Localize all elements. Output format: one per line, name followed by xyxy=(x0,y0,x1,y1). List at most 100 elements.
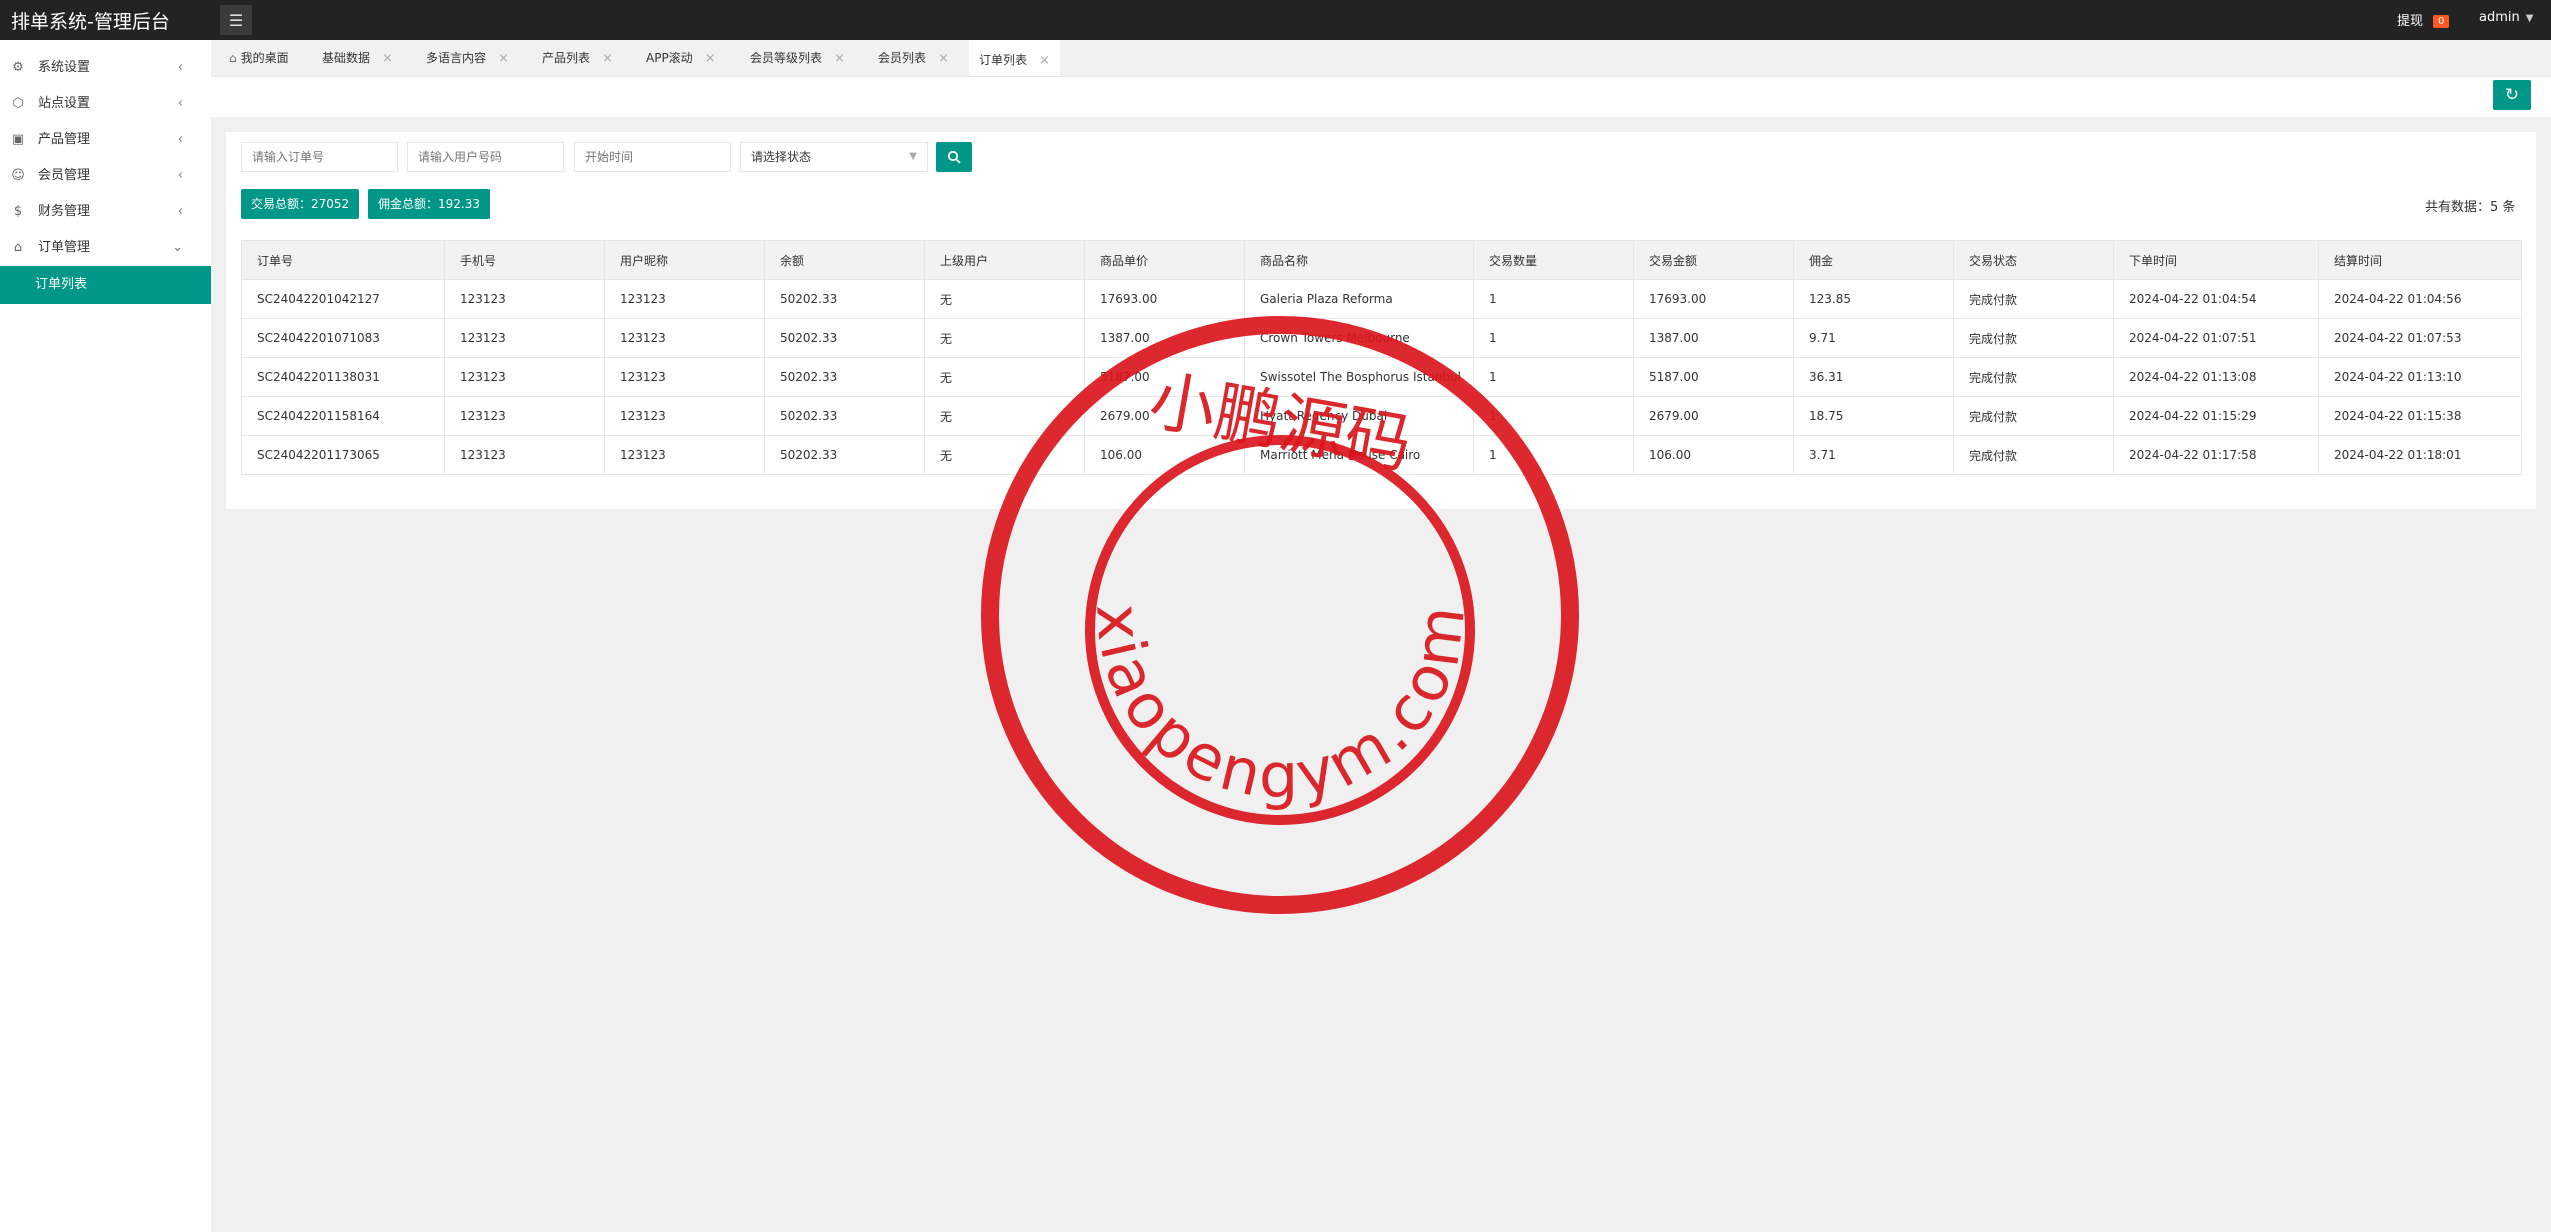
tab-order-list[interactable]: 订单列表 × xyxy=(969,40,1060,76)
table-cell: 无 xyxy=(924,357,1085,397)
chevron-left-icon: ‹ xyxy=(177,168,183,183)
column-header: 上级用户 xyxy=(924,240,1085,280)
column-header: 用户昵称 xyxy=(604,240,765,280)
search-button[interactable] xyxy=(936,142,972,172)
order-table: 订单号 手机号 用户昵称 余额 上级用户 商品单价 商品名称 交易数量 交易金额… xyxy=(241,240,2522,475)
tab-label: 我的桌面 xyxy=(240,51,289,65)
table-cell: 123123 xyxy=(604,396,765,436)
table-cell: 123123 xyxy=(604,435,765,475)
status-select[interactable]: 请选择状态 ▼ xyxy=(740,142,928,172)
refresh-button[interactable]: ↻ xyxy=(2493,80,2531,110)
table-cell: 123123 xyxy=(604,318,765,358)
top-header: 排单系统-管理后台 ☰ 提现 0 admin ▼ xyxy=(0,0,2551,40)
tab-member-level-list[interactable]: 会员等级列表 × xyxy=(740,40,855,76)
record-count: 共有数据：5 条 xyxy=(2425,200,2516,215)
order-icon: ⌂ xyxy=(13,240,23,255)
table-row: SC24042201173065 123123 123123 50202.33 … xyxy=(241,435,2522,475)
table-cell: Hyatt Regency Dubai xyxy=(1244,396,1474,436)
close-icon[interactable]: × xyxy=(1039,53,1050,68)
table-cell: 1387.00 xyxy=(1633,318,1794,358)
table-cell: 1 xyxy=(1473,318,1634,358)
app-title: 排单系统-管理后台 xyxy=(11,11,170,33)
home-icon: ⌂ xyxy=(229,51,237,65)
table-cell: 50202.33 xyxy=(764,357,925,397)
tab-product-list[interactable]: 产品列表 × xyxy=(532,40,623,76)
close-icon[interactable]: × xyxy=(498,51,509,66)
table-cell: 123123 xyxy=(444,318,605,358)
sidebar-item-order-management[interactable]: ⌂ 订单管理 ⌄ xyxy=(0,230,211,266)
sidebar-subitem-order-list[interactable]: 订单列表 xyxy=(0,266,211,304)
sidebar-item-member-management[interactable]: ☺ 会员管理 ‹ xyxy=(0,158,211,194)
start-time-input[interactable] xyxy=(574,142,731,172)
money-icon: $ xyxy=(13,204,23,219)
table-cell: 106.00 xyxy=(1633,435,1794,475)
menu-toggle-button[interactable]: ☰ xyxy=(220,5,252,35)
column-header: 佣金 xyxy=(1793,240,1954,280)
chevron-left-icon: ‹ xyxy=(177,96,183,111)
tab-my-desktop[interactable]: ⌂ 我的桌面 xyxy=(219,40,299,76)
table-cell: SC24042201158164 xyxy=(241,396,445,436)
table-cell: 123123 xyxy=(444,357,605,397)
watermark-url: xiaopengym.com xyxy=(1082,598,1475,812)
withdraw-link[interactable]: 提现 0 xyxy=(2397,10,2450,29)
sidebar-item-system-settings[interactable]: ⚙ 系统设置 ‹ xyxy=(0,50,211,86)
column-header: 交易金额 xyxy=(1633,240,1794,280)
table-cell: SC24042201071083 xyxy=(241,318,445,358)
table-cell: 2024-04-22 01:07:53 xyxy=(2318,318,2522,358)
refresh-icon: ↻ xyxy=(2504,85,2520,105)
close-icon[interactable]: × xyxy=(602,51,613,66)
tab-label: 会员等级列表 xyxy=(750,51,823,65)
commission-total-badge: 佣金总额：192.33 xyxy=(368,189,490,219)
sidebar-item-finance-management[interactable]: $ 财务管理 ‹ xyxy=(0,194,211,230)
table-cell: 50202.33 xyxy=(764,318,925,358)
close-icon[interactable]: × xyxy=(834,51,845,66)
close-icon[interactable]: × xyxy=(382,51,393,66)
user-phone-input[interactable] xyxy=(407,142,564,172)
tab-basic-data[interactable]: 基础数据 × xyxy=(312,40,403,76)
table-cell: 2024-04-22 01:15:29 xyxy=(2113,396,2319,436)
table-cell: 2024-04-22 01:13:10 xyxy=(2318,357,2522,397)
table-cell: Marriott Mena House Cairo xyxy=(1244,435,1474,475)
sidebar-item-product-management[interactable]: ▣ 产品管理 ‹ xyxy=(0,122,211,158)
user-menu[interactable]: admin ▼ xyxy=(2479,10,2533,25)
table-cell: SC24042201042127 xyxy=(241,279,445,319)
tab-label: 产品列表 xyxy=(542,51,591,65)
column-header: 交易数量 xyxy=(1473,240,1634,280)
order-number-input[interactable] xyxy=(241,142,398,172)
table-cell: 完成付款 xyxy=(1953,279,2114,319)
trade-total-badge: 交易总额：27052 xyxy=(241,189,360,219)
tab-member-list[interactable]: 会员列表 × xyxy=(868,40,959,76)
table-cell: 2679.00 xyxy=(1633,396,1794,436)
table-cell: 2024-04-22 01:18:01 xyxy=(2318,435,2522,475)
sidebar-item-label: 财务管理 xyxy=(38,204,91,219)
column-header: 手机号 xyxy=(444,240,605,280)
table-cell: 2024-04-22 01:15:38 xyxy=(2318,396,2522,436)
chevron-left-icon: ‹ xyxy=(177,132,183,147)
sidebar-item-site-settings[interactable]: ⬡ 站点设置 ‹ xyxy=(0,86,211,122)
chevron-left-icon: ‹ xyxy=(177,204,183,219)
table-cell: 123123 xyxy=(444,435,605,475)
table-row: SC24042201071083 123123 123123 50202.33 … xyxy=(241,318,2522,358)
table-cell: 2679.00 xyxy=(1084,396,1245,436)
column-header: 结算时间 xyxy=(2318,240,2522,280)
table-cell: Galeria Plaza Reforma xyxy=(1244,279,1474,319)
tab-app-scroll[interactable]: APP滚动 × xyxy=(636,40,726,76)
table-cell: 1 xyxy=(1473,435,1634,475)
table-row: SC24042201158164 123123 123123 50202.33 … xyxy=(241,396,2522,436)
close-icon[interactable]: × xyxy=(705,51,716,66)
table-cell: 完成付款 xyxy=(1953,357,2114,397)
table-cell: 50202.33 xyxy=(764,279,925,319)
table-cell: 完成付款 xyxy=(1953,435,2114,475)
table-cell: 2024-04-22 01:13:08 xyxy=(2113,357,2319,397)
tab-label: 订单列表 xyxy=(979,53,1028,67)
tab-multilang-content[interactable]: 多语言内容 × xyxy=(416,40,519,76)
search-icon xyxy=(947,150,961,164)
table-cell: 2024-04-22 01:04:56 xyxy=(2318,279,2522,319)
tab-label: 会员列表 xyxy=(878,51,927,65)
gear-icon: ⚙ xyxy=(12,60,24,75)
withdraw-count-badge: 0 xyxy=(2433,15,2450,28)
table-cell: 123123 xyxy=(604,357,765,397)
table-cell: 1 xyxy=(1473,279,1634,319)
close-icon[interactable]: × xyxy=(938,51,949,66)
table-cell: 36.31 xyxy=(1793,357,1954,397)
